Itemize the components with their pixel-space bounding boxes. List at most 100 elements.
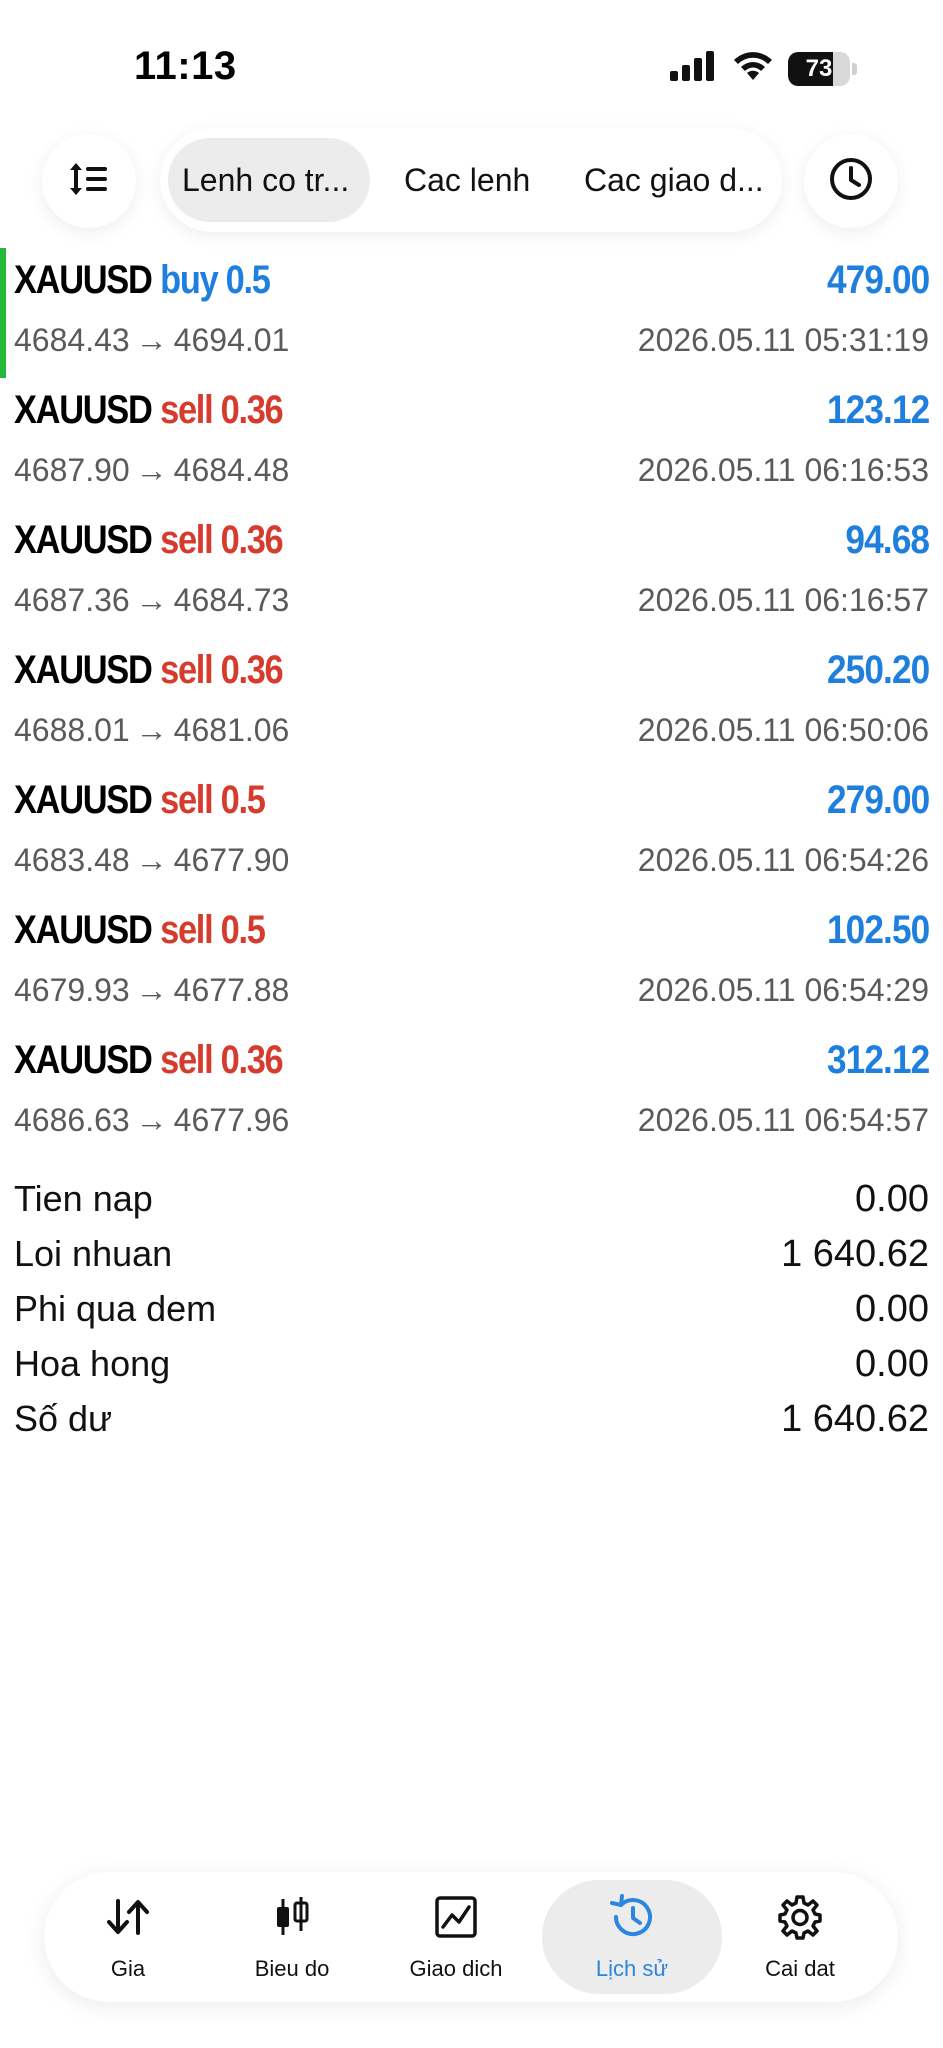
trade-symbol: XAUUSD (14, 1038, 153, 1082)
trade-title: XAUUSD sell 0.36 (14, 388, 284, 433)
gear-icon (718, 1890, 882, 1944)
trade-profit: 479.00 (826, 258, 930, 302)
close-price: 4684.73 (173, 582, 290, 618)
nav-item-trade[interactable]: Giao dich (374, 1880, 538, 1994)
trade-prices: 4686.63 → 4677.96 (14, 1102, 289, 1139)
battery-icon: 73 (788, 51, 850, 86)
trade-side: sell 0.36 (160, 388, 284, 432)
trade-profit: 279.00 (826, 778, 930, 822)
summary-value: 1 640.62 (781, 1398, 929, 1440)
arrow-right-icon: → (135, 582, 168, 618)
trade-time: 2026.05.11 06:16:53 (637, 452, 929, 488)
trade-row[interactable]: XAUUSD sell 0.36 250.20 4688.01 → 4681.06 2… (0, 638, 943, 768)
summary-row: Phi qua dem 0.00 (0, 1286, 943, 1341)
history-icon (542, 1890, 722, 1944)
trade-time: 2026.05.11 06:54:57 (637, 1102, 929, 1138)
nav-label: Lịch sử (595, 1956, 669, 1981)
toolbar: Lenh co tr... Cac lenh Cac giao d... (0, 128, 943, 234)
trade-title: XAUUSD sell 0.5 (14, 908, 266, 953)
summary-label: Loi nhuan (14, 1233, 173, 1274)
trade-side: sell 0.36 (160, 518, 284, 562)
summary-value: 0.00 (855, 1288, 929, 1330)
summary-label: Tien nap (14, 1178, 153, 1219)
summary-row: Số dư 1 640.62 (0, 1396, 943, 1451)
arrow-right-icon: → (135, 972, 168, 1008)
trade-row[interactable]: XAUUSD sell 0.36 312.12 4686.63 → 4677.96 2… (0, 1028, 943, 1158)
open-price: 4687.90 (14, 452, 130, 488)
period-button[interactable] (804, 134, 898, 228)
trade-prices: 4688.01 → 4681.06 (14, 712, 289, 749)
trade-row[interactable]: XAUUSD sell 0.36 123.12 4687.90 → 4684.48 2… (0, 378, 943, 508)
history-tabs: Lenh co tr... Cac lenh Cac giao d... (160, 128, 782, 232)
price-arrows-icon (46, 1890, 210, 1944)
trade-side: sell 0.36 (160, 648, 284, 692)
trade-row[interactable]: XAUUSD buy 0.5 479.00 4684.43 → 4694.01 202… (0, 248, 943, 378)
arrow-right-icon: → (135, 452, 168, 488)
summary-label: Phi qua dem (14, 1288, 217, 1329)
account-summary: Tien nap 0.00 Loi nhuan 1 640.62 Phi qua… (0, 1176, 943, 1451)
trade-symbol: XAUUSD (14, 518, 153, 562)
trade-side: sell 0.5 (160, 778, 266, 822)
open-price: 4679.93 (14, 972, 130, 1008)
nav-item-chart[interactable]: Bieu do (210, 1880, 374, 1994)
nav-item-history[interactable]: Lịch sử (542, 1880, 722, 1994)
candlestick-icon (210, 1890, 374, 1944)
trade-prices: 4684.43 → 4694.01 (14, 322, 289, 359)
tab-open-positions[interactable]: Lenh co tr... (168, 138, 370, 222)
tab-orders[interactable]: Cac lenh (404, 138, 530, 222)
open-price: 4684.43 (14, 322, 130, 358)
sort-icon (69, 161, 109, 202)
trade-symbol: XAUUSD (14, 388, 153, 432)
trade-profit: 94.68 (845, 518, 930, 562)
trade-side: sell 0.5 (160, 908, 266, 952)
trade-row[interactable]: XAUUSD sell 0.5 279.00 4683.48 → 4677.90 20… (0, 768, 943, 898)
summary-value: 1 640.62 (781, 1233, 929, 1275)
trade-time: 2026.05.11 06:50:06 (637, 712, 929, 748)
nav-item-price[interactable]: Gia (46, 1880, 210, 1994)
trade-list: XAUUSD buy 0.5 479.00 4684.43 → 4694.01 202… (0, 248, 943, 1158)
summary-row: Hoa hong 0.00 (0, 1341, 943, 1396)
nav-label: Giao dich (409, 1956, 503, 1981)
close-price: 4681.06 (173, 712, 290, 748)
nav-item-settings[interactable]: Cai dat (718, 1880, 882, 1994)
open-price: 4686.63 (14, 1102, 130, 1138)
close-price: 4684.48 (173, 452, 290, 488)
trade-title: XAUUSD sell 0.36 (14, 648, 284, 693)
trade-profit: 123.12 (826, 388, 930, 432)
nav-label: Bieu do (254, 1956, 330, 1981)
trade-title: XAUUSD sell 0.5 (14, 778, 266, 823)
trade-title: XAUUSD sell 0.36 (14, 518, 284, 563)
trade-prices: 4679.93 → 4677.88 (14, 972, 289, 1009)
open-price: 4687.36 (14, 582, 130, 618)
trade-chart-icon (374, 1890, 538, 1944)
open-price: 4683.48 (14, 842, 130, 878)
bottom-navigation: Gia Bieu do Giao dich Lịch sử Cai dat (44, 1872, 898, 2002)
trade-row[interactable]: XAUUSD sell 0.36 94.68 4687.36 → 4684.73 20… (0, 508, 943, 638)
summary-label: Hoa hong (14, 1343, 171, 1384)
summary-value: 0.00 (855, 1343, 929, 1385)
trade-time: 2026.05.11 06:54:29 (637, 972, 929, 1008)
open-price: 4688.01 (14, 712, 130, 748)
nav-label: Gia (110, 1956, 146, 1981)
trade-row[interactable]: XAUUSD sell 0.5 102.50 4679.93 → 4677.88 20… (0, 898, 943, 1028)
trade-profit: 102.50 (826, 908, 930, 952)
clock-icon (828, 156, 874, 207)
arrow-right-icon: → (135, 712, 168, 748)
status-bar: 11:13 73 (0, 0, 943, 130)
summary-row: Loi nhuan 1 640.62 (0, 1231, 943, 1286)
signal-icon (670, 51, 718, 86)
status-time: 11:13 (134, 44, 237, 88)
tab-deals[interactable]: Cac giao d... (584, 138, 764, 222)
trade-symbol: XAUUSD (14, 908, 153, 952)
trade-time: 2026.05.11 05:31:19 (637, 322, 929, 358)
trade-prices: 4683.48 → 4677.90 (14, 842, 289, 879)
summary-label: Số dư (14, 1398, 113, 1439)
sort-button[interactable] (42, 134, 136, 228)
trade-profit: 250.20 (826, 648, 930, 692)
summary-row: Tien nap 0.00 (0, 1176, 943, 1231)
close-price: 4677.88 (173, 972, 290, 1008)
trade-side: buy 0.5 (160, 258, 271, 302)
trade-side: sell 0.36 (160, 1038, 284, 1082)
close-price: 4677.90 (173, 842, 290, 878)
trade-time: 2026.05.11 06:16:57 (637, 582, 929, 618)
